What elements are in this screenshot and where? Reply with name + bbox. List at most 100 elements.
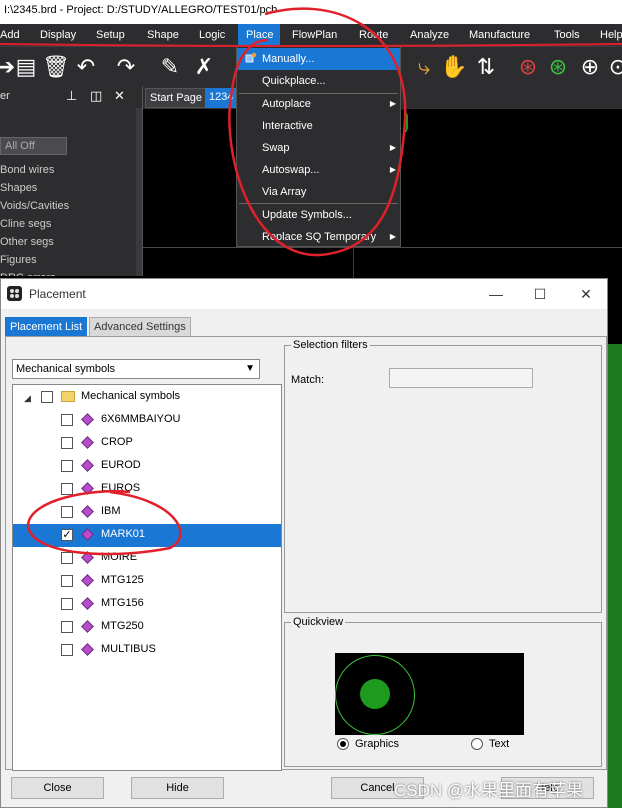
dialog-titlebar[interactable]: Placement — ☐ ✕ — [1, 279, 607, 309]
item-checkbox[interactable] — [61, 552, 73, 564]
route-icon[interactable]: ⤷ — [410, 53, 438, 81]
text-radio[interactable] — [471, 738, 483, 750]
drc-icon[interactable]: ⊛ — [514, 53, 542, 81]
pin-icon[interactable]: ⊥ — [66, 88, 77, 104]
graphics-radio[interactable] — [337, 738, 349, 750]
tree-root-label: Mechanical symbols — [81, 390, 181, 402]
tree-item[interactable]: MTG250 — [13, 616, 281, 639]
layer-item[interactable]: Figures — [0, 254, 37, 266]
item-checkbox[interactable] — [61, 460, 73, 472]
minimize-icon[interactable]: — — [481, 283, 511, 305]
menu-item-label: Replace SQ Temporary — [262, 231, 377, 243]
symbol-name: EUROS — [101, 482, 141, 494]
symbol-icon — [81, 551, 94, 564]
item-checkbox[interactable] — [61, 414, 73, 426]
menu-place[interactable]: Place — [238, 24, 280, 46]
tree-item[interactable]: MOIRE — [13, 547, 281, 570]
layer-item[interactable]: Bond wires — [0, 164, 54, 176]
menu-item-label: Swap — [262, 142, 290, 154]
menu-item-label: Via Array — [262, 186, 307, 198]
tree-item-selected[interactable]: ✓ MARK01 — [13, 524, 281, 547]
item-checkbox[interactable] — [61, 621, 73, 633]
root-checkbox[interactable] — [41, 391, 53, 403]
tree-item[interactable]: IBM — [13, 501, 281, 524]
menu-item-interactive[interactable]: Interactive — [237, 115, 400, 137]
menu-display[interactable]: Display — [34, 24, 82, 46]
menu-item-manually[interactable]: Manually... — [237, 48, 400, 70]
tree-item[interactable]: MTG156 — [13, 593, 281, 616]
menu-manufacture[interactable]: Manufacture — [463, 24, 536, 46]
menu-item-label: Autoplace — [262, 98, 311, 110]
unpin-icon[interactable]: ✗ — [190, 53, 218, 81]
symbol-icon — [81, 413, 94, 426]
layer-item[interactable]: Shapes — [0, 182, 37, 194]
menu-bar: Add Display Setup Shape Logic Place Flow… — [0, 24, 622, 46]
document-icon[interactable]: ▤ — [12, 53, 40, 81]
menu-item-autoswap[interactable]: Autoswap... ▶ — [237, 159, 400, 181]
menu-flowplan[interactable]: FlowPlan — [286, 24, 343, 46]
symbol-type-select[interactable]: Mechanical symbols ▼ — [12, 359, 260, 379]
submenu-arrow-icon: ▶ — [389, 232, 396, 241]
item-checkbox[interactable] — [61, 437, 73, 449]
text-radio-label: Text — [489, 738, 510, 750]
maximize-icon[interactable]: ☐ — [525, 283, 555, 305]
pin-icon[interactable]: ✎ — [156, 53, 184, 81]
menu-shape[interactable]: Shape — [141, 24, 185, 46]
item-checkbox-checked[interactable]: ✓ — [61, 529, 73, 541]
close-icon[interactable]: ✕ — [114, 88, 125, 104]
chevron-down-icon: ▼ — [245, 363, 255, 374]
tab-advanced-settings[interactable]: Advanced Settings — [89, 317, 191, 337]
all-off-button[interactable]: All Off — [0, 137, 67, 155]
delete-icon[interactable]: 🗑 — [42, 53, 70, 81]
expand-icon[interactable]: ◢ — [24, 393, 31, 404]
undo-icon[interactable]: ↶ — [72, 53, 100, 81]
menu-item-update-symbols[interactable]: Update Symbols... — [237, 204, 400, 226]
menu-item-via-array[interactable]: Via Array — [237, 181, 400, 203]
tree-item[interactable]: CROP — [13, 432, 281, 455]
menu-item-quickplace[interactable]: Quickplace... — [237, 70, 400, 92]
menu-logic[interactable]: Logic — [193, 24, 231, 46]
item-checkbox[interactable] — [61, 575, 73, 587]
layer-item[interactable]: Cline segs — [0, 218, 51, 230]
tree-item[interactable]: MTG125 — [13, 570, 281, 593]
symbol-name: MARK01 — [101, 528, 146, 540]
hand-icon[interactable]: ✋ — [440, 53, 468, 81]
menu-help[interactable]: Help — [594, 24, 622, 46]
tree-item[interactable]: 6X6MMBAIYOU — [13, 409, 281, 432]
item-checkbox[interactable] — [61, 483, 73, 495]
zoom-icon[interactable]: ⊕ — [576, 53, 604, 81]
restore-icon[interactable]: ◫ — [90, 88, 102, 104]
layer-item[interactable]: Other segs — [0, 236, 54, 248]
tab-start-page[interactable]: Start Page — [145, 88, 207, 108]
tree-item[interactable]: EUROS — [13, 478, 281, 501]
layer-item[interactable]: DRC errors — [0, 272, 56, 276]
menu-add[interactable]: Add — [0, 24, 26, 46]
match-input[interactable] — [389, 368, 533, 388]
item-checkbox[interactable] — [61, 598, 73, 610]
item-checkbox[interactable] — [61, 644, 73, 656]
menu-setup[interactable]: Setup — [90, 24, 131, 46]
close-icon[interactable]: ✕ — [571, 283, 601, 305]
symbol-type-value: Mechanical symbols — [16, 363, 116, 375]
menu-tools[interactable]: Tools — [548, 24, 586, 46]
zoom-fit-icon[interactable]: ⊙ — [604, 53, 622, 81]
redo-icon[interactable]: ↷ — [112, 53, 140, 81]
tab-placement-list[interactable]: Placement List — [5, 317, 88, 337]
tree-root[interactable]: ◢ Mechanical symbols — [13, 386, 281, 409]
swap-icon[interactable]: ⇅ — [472, 53, 500, 81]
menu-route[interactable]: Route — [353, 24, 394, 46]
tree-item[interactable]: MULTIBUS — [13, 639, 281, 662]
menu-item-autoplace[interactable]: Autoplace ▶ — [237, 93, 400, 115]
tab-design[interactable]: 1234 — [205, 88, 238, 108]
menu-analyze[interactable]: Analyze — [404, 24, 455, 46]
close-button[interactable]: Close — [11, 777, 104, 799]
item-checkbox[interactable] — [61, 506, 73, 518]
menu-item-replace-sq-temporary[interactable]: Replace SQ Temporary ▶ — [237, 226, 400, 248]
scrollbar[interactable] — [136, 108, 142, 276]
layer-item[interactable]: Voids/Cavities — [0, 200, 69, 212]
tree-item[interactable]: EUROD — [13, 455, 281, 478]
hide-button[interactable]: Hide — [131, 777, 224, 799]
graphics-radio-label: Graphics — [355, 738, 400, 750]
drc-ok-icon[interactable]: ⊛ — [544, 53, 572, 81]
menu-item-swap[interactable]: Swap ▶ — [237, 137, 400, 159]
